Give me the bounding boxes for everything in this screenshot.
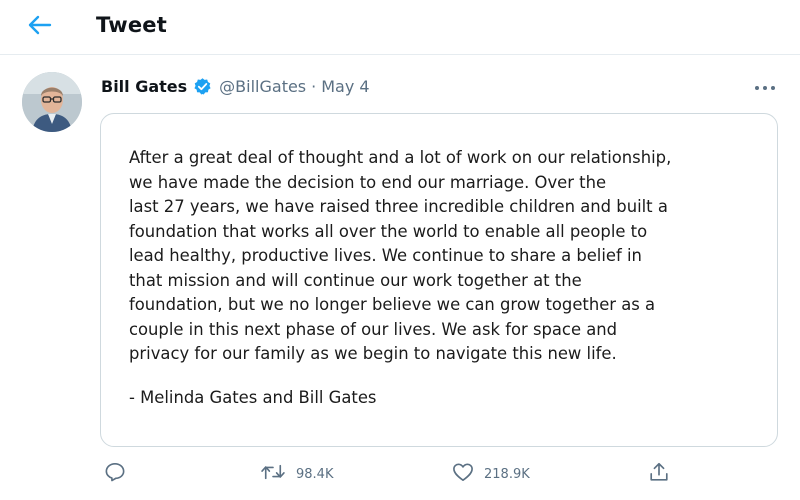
like-count: 218.9K <box>484 466 530 482</box>
tweet-actions: 98.4K 218.9K <box>100 460 778 488</box>
statement-line: that mission and will continue our work … <box>129 270 582 290</box>
retweet-button[interactable]: 98.4K <box>260 460 333 488</box>
author-name[interactable]: Bill Gates <box>101 77 187 96</box>
share-icon <box>648 461 670 487</box>
reply-icon <box>104 462 126 486</box>
tweet-date[interactable]: May 4 <box>321 77 369 96</box>
tweet-header: Tweet <box>0 0 800 55</box>
statement-line: we have made the decision to end our mar… <box>129 172 607 192</box>
statement-line: foundation, but we no longer believe we … <box>129 295 656 314</box>
retweet-count: 98.4K <box>296 466 334 482</box>
like-button[interactable]: 218.9K <box>452 460 530 488</box>
statement-line: privacy for our family as we begin to na… <box>129 344 617 363</box>
page-title: Tweet <box>96 13 167 37</box>
more-dots-icon <box>754 76 776 95</box>
reply-button[interactable] <box>104 460 126 488</box>
back-button[interactable] <box>22 12 56 42</box>
verified-badge-icon <box>193 77 212 96</box>
statement-line: foundation that works all over the world… <box>129 221 648 241</box>
statement-line: last 27 years, we have raised three incr… <box>129 197 668 216</box>
statement-text: After a great deal of thought and a lot … <box>129 146 769 367</box>
more-options-button[interactable] <box>752 74 778 96</box>
statement-line: couple in this next phase of our lives. … <box>129 319 618 339</box>
share-button[interactable] <box>648 460 670 488</box>
statement-signature: - Melinda Gates and Bill Gates <box>129 388 377 407</box>
separator-dot: · <box>311 76 317 96</box>
statement-line: lead healthy, productive lives. We conti… <box>129 246 642 265</box>
statement-line: After a great deal of thought and a lot … <box>129 148 672 167</box>
avatar[interactable] <box>22 72 82 132</box>
author-handle[interactable]: @BillGates <box>219 77 306 96</box>
retweet-icon <box>260 462 286 486</box>
tweet-author: Bill Gates @BillGates · May 4 <box>101 75 370 97</box>
statement-image[interactable]: After a great deal of thought and a lot … <box>100 113 778 447</box>
heart-icon <box>452 462 474 486</box>
arrow-left-icon <box>26 14 52 40</box>
